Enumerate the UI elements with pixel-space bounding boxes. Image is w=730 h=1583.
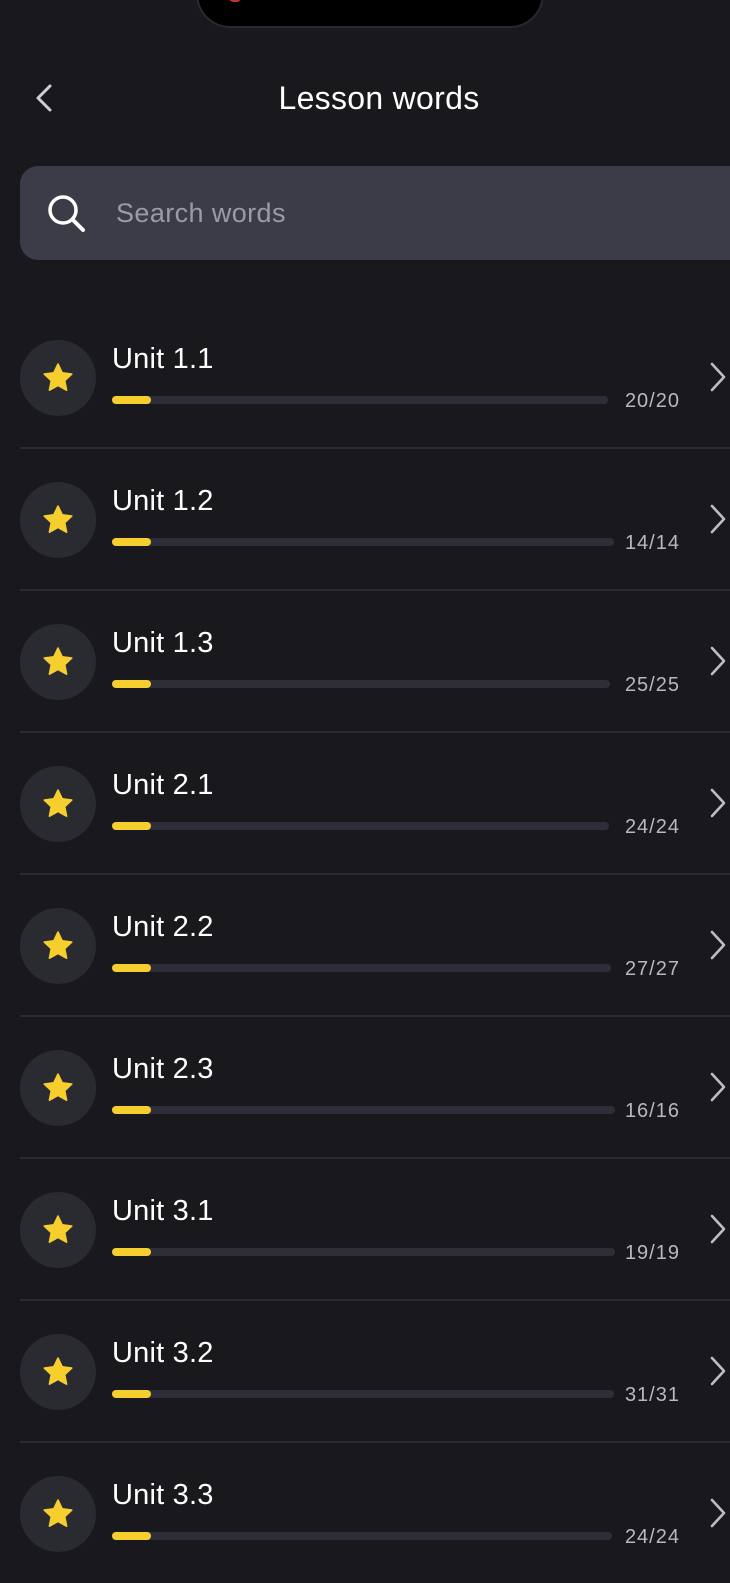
word-count: 19/19 — [624, 1242, 680, 1264]
star-badge — [20, 482, 96, 558]
unit-list: Unit 1.1 20/20 Unit 1.2 14/14 Unit 1.3 25/25 U… — [20, 307, 730, 1583]
unit-title: Unit 2.1 — [112, 769, 214, 801]
unit-title: Unit 3.2 — [112, 1337, 214, 1369]
progress-fill — [112, 1248, 151, 1256]
word-count: 31/31 — [624, 1384, 680, 1406]
star-icon — [43, 1073, 73, 1101]
dynamic-island — [196, 0, 544, 28]
progress-track — [112, 538, 614, 546]
word-count: 24/24 — [624, 816, 680, 838]
chevron-right-icon — [706, 1353, 730, 1389]
chevron-right-icon — [706, 643, 730, 679]
star-badge — [20, 624, 96, 700]
star-badge — [20, 1476, 96, 1552]
chevron-right-icon — [706, 501, 730, 537]
progress-fill — [112, 822, 151, 830]
search-input[interactable] — [114, 196, 638, 230]
star-badge — [20, 908, 96, 984]
search-bar[interactable] — [20, 166, 730, 260]
star-icon — [43, 931, 73, 959]
star-icon — [43, 1357, 73, 1385]
progress-track — [112, 396, 608, 404]
unit-title: Unit 2.3 — [112, 1053, 214, 1085]
chevron-right-icon — [706, 1495, 730, 1531]
unit-title: Unit 3.1 — [112, 1195, 214, 1227]
star-badge — [20, 1050, 96, 1126]
unit-row[interactable]: Unit 1.3 25/25 — [20, 591, 730, 733]
star-badge — [20, 766, 96, 842]
word-count: 27/27 — [624, 958, 680, 980]
unit-row[interactable]: Unit 1.1 20/20 — [20, 307, 730, 449]
progress-track — [112, 964, 611, 972]
word-count: 25/25 — [624, 674, 680, 696]
chevron-right-icon — [706, 1211, 730, 1247]
unit-row[interactable]: Unit 2.2 27/27 — [20, 875, 730, 1017]
progress-fill — [112, 964, 151, 972]
unit-title: Unit 2.2 — [112, 911, 214, 943]
recording-indicator — [228, 0, 242, 2]
unit-row[interactable]: Unit 2.3 16/16 — [20, 1017, 730, 1159]
star-icon — [43, 1499, 73, 1527]
unit-row[interactable]: Unit 1.2 14/14 — [20, 449, 730, 591]
progress-track — [112, 1248, 615, 1256]
header: Lesson words — [0, 62, 730, 142]
chevron-right-icon — [706, 1069, 730, 1105]
search-icon — [44, 191, 88, 235]
chevron-right-icon — [706, 359, 730, 395]
star-icon — [43, 647, 73, 675]
unit-row[interactable]: Unit 3.2 31/31 — [20, 1301, 730, 1443]
star-icon — [43, 1215, 73, 1243]
star-badge — [20, 340, 96, 416]
word-count: 14/14 — [624, 532, 680, 554]
progress-track — [112, 1532, 612, 1540]
progress-fill — [112, 538, 151, 546]
star-badge — [20, 1334, 96, 1410]
progress-fill — [112, 1532, 151, 1540]
unit-row[interactable]: Unit 2.1 24/24 — [20, 733, 730, 875]
unit-title: Unit 1.1 — [112, 343, 214, 375]
unit-row[interactable]: Unit 3.1 19/19 — [20, 1159, 730, 1301]
progress-track — [112, 680, 610, 688]
star-icon — [43, 505, 73, 533]
progress-track — [112, 1106, 615, 1114]
progress-fill — [112, 680, 151, 688]
unit-title: Unit 3.3 — [112, 1479, 214, 1511]
unit-row[interactable]: Unit 3.3 24/24 — [20, 1443, 730, 1583]
word-count: 16/16 — [624, 1100, 680, 1122]
star-badge — [20, 1192, 96, 1268]
page-title: Lesson words — [278, 80, 480, 116]
progress-fill — [112, 396, 151, 404]
word-count: 24/24 — [624, 1526, 680, 1548]
unit-title: Unit 1.2 — [112, 485, 214, 517]
word-count: 20/20 — [624, 390, 680, 412]
star-icon — [43, 789, 73, 817]
chevron-right-icon — [706, 927, 730, 963]
progress-fill — [112, 1106, 151, 1114]
progress-track — [112, 1390, 614, 1398]
unit-title: Unit 1.3 — [112, 627, 214, 659]
progress-track — [112, 822, 609, 830]
star-icon — [43, 363, 73, 391]
chevron-right-icon — [706, 785, 730, 821]
progress-fill — [112, 1390, 151, 1398]
